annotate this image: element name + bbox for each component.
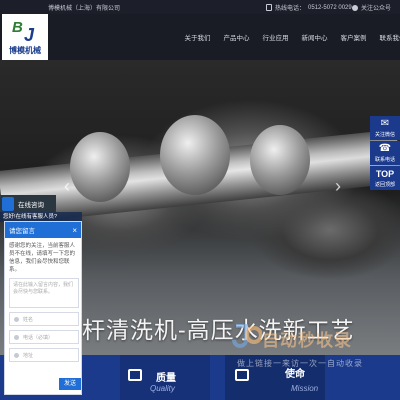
top-info-bar: 博模机械（上海）有限公司 热线电话： 0512-5072 0029 关注公众号 bbox=[0, 0, 400, 14]
nav-cases[interactable]: 客户案例 bbox=[334, 14, 373, 60]
person-icon bbox=[14, 316, 19, 322]
phone-icon bbox=[266, 4, 272, 11]
crankshaft-journal bbox=[70, 132, 130, 202]
side-toolbar: ✉ 关注微信 ☎ 联系电话 TOP 返回顶部 bbox=[370, 116, 400, 191]
nav-about[interactable]: 关于我们 bbox=[178, 14, 217, 60]
side-phone[interactable]: ☎ 联系电话 bbox=[370, 141, 400, 165]
watermark-title: 自动秒收录 bbox=[262, 331, 352, 350]
quality-block[interactable]: 质量 Quality bbox=[120, 355, 210, 400]
nav-industry[interactable]: 行业应用 bbox=[256, 14, 295, 60]
watermark: 自动秒收录 做上链接一来访一次一自动收录 bbox=[232, 320, 382, 380]
side-wechat[interactable]: ✉ 关注微信 bbox=[370, 116, 400, 140]
nav-contact[interactable]: 联系我们 bbox=[373, 14, 400, 60]
phone-icon: ☎ bbox=[378, 142, 392, 154]
follow-label[interactable]: 关注公众号 bbox=[361, 3, 391, 12]
main-nav: 关于我们 产品中心 行业应用 新闻中心 客户案例 联系我们 bbox=[178, 14, 400, 60]
company-name: 博模机械（上海）有限公司 bbox=[48, 6, 121, 12]
carousel-next-icon[interactable]: › bbox=[333, 177, 343, 195]
side-back-to-top[interactable]: TOP 返回顶部 bbox=[370, 166, 400, 190]
address-field[interactable]: 地址 bbox=[9, 348, 79, 362]
side-top-label: 返回顶部 bbox=[374, 181, 395, 188]
watermark-subtitle: 做上链接一来访一次一自动收录 bbox=[237, 359, 363, 368]
send-button[interactable]: 发送 bbox=[59, 378, 81, 390]
message-textarea[interactable]: 请在此输入留言内容，我们会尽快与您联系。 bbox=[9, 278, 79, 308]
logo-name: 博模机械 bbox=[9, 45, 41, 55]
crankshaft-journal bbox=[250, 125, 310, 195]
close-icon[interactable]: × bbox=[72, 226, 77, 235]
hotline-number: 0512-5072 0029 bbox=[308, 4, 352, 11]
carousel-prev-icon[interactable]: ‹ bbox=[62, 177, 72, 195]
user-icon bbox=[352, 4, 358, 11]
mission-subtitle: Mission bbox=[291, 384, 319, 393]
agent-avatar bbox=[2, 196, 14, 211]
side-phone-label: 联系电话 bbox=[374, 156, 395, 163]
nav-products[interactable]: 产品中心 bbox=[217, 14, 256, 60]
logo-mark: B J bbox=[12, 18, 35, 45]
name-field[interactable]: 姓名 bbox=[9, 312, 79, 326]
offline-notice: 感谢您的关注，当前客服人员不在线，请填写一下您的信息，我们会尽快和您联系。 bbox=[9, 243, 76, 273]
message-panel: 请您留言 × 感谢您的关注，当前客服人员不在线，请填写一下您的信息，我们会尽快和… bbox=[4, 221, 82, 395]
quality-subtitle: Quality bbox=[150, 384, 175, 393]
message-form: 请在此输入留言内容，我们会尽快与您联系。 姓名 电话（必填） 地址 bbox=[9, 278, 79, 362]
top-icon: TOP bbox=[375, 168, 395, 179]
hotline-label: 热线电话： bbox=[275, 6, 306, 12]
watermark-logo-icon bbox=[232, 324, 262, 348]
message-panel-header: 请您留言 × bbox=[5, 222, 81, 238]
online-chat-bar[interactable]: 在线咨询 bbox=[0, 195, 56, 212]
message-panel-title: 请您留言 bbox=[9, 228, 35, 235]
side-wechat-label: 关注微信 bbox=[374, 131, 395, 138]
crankshaft-journal bbox=[160, 115, 230, 195]
quality-icon bbox=[128, 369, 142, 381]
nav-news[interactable]: 新闻中心 bbox=[295, 14, 334, 60]
quality-title: 质量 bbox=[156, 373, 176, 384]
location-icon bbox=[14, 352, 19, 358]
online-label: 在线咨询 bbox=[18, 201, 44, 209]
phone-icon bbox=[14, 334, 19, 340]
site-header: B J 博模机械 关于我们 产品中心 行业应用 新闻中心 客户案例 联系我们 bbox=[0, 14, 400, 60]
hotline: 热线电话： 0512-5072 0029 bbox=[266, 3, 352, 12]
follow-account[interactable]: 关注公众号 bbox=[352, 3, 391, 12]
phone-field[interactable]: 电话（必填） bbox=[9, 330, 79, 344]
wechat-icon: ✉ bbox=[380, 117, 390, 129]
site-logo[interactable]: B J 博模机械 bbox=[2, 14, 48, 60]
